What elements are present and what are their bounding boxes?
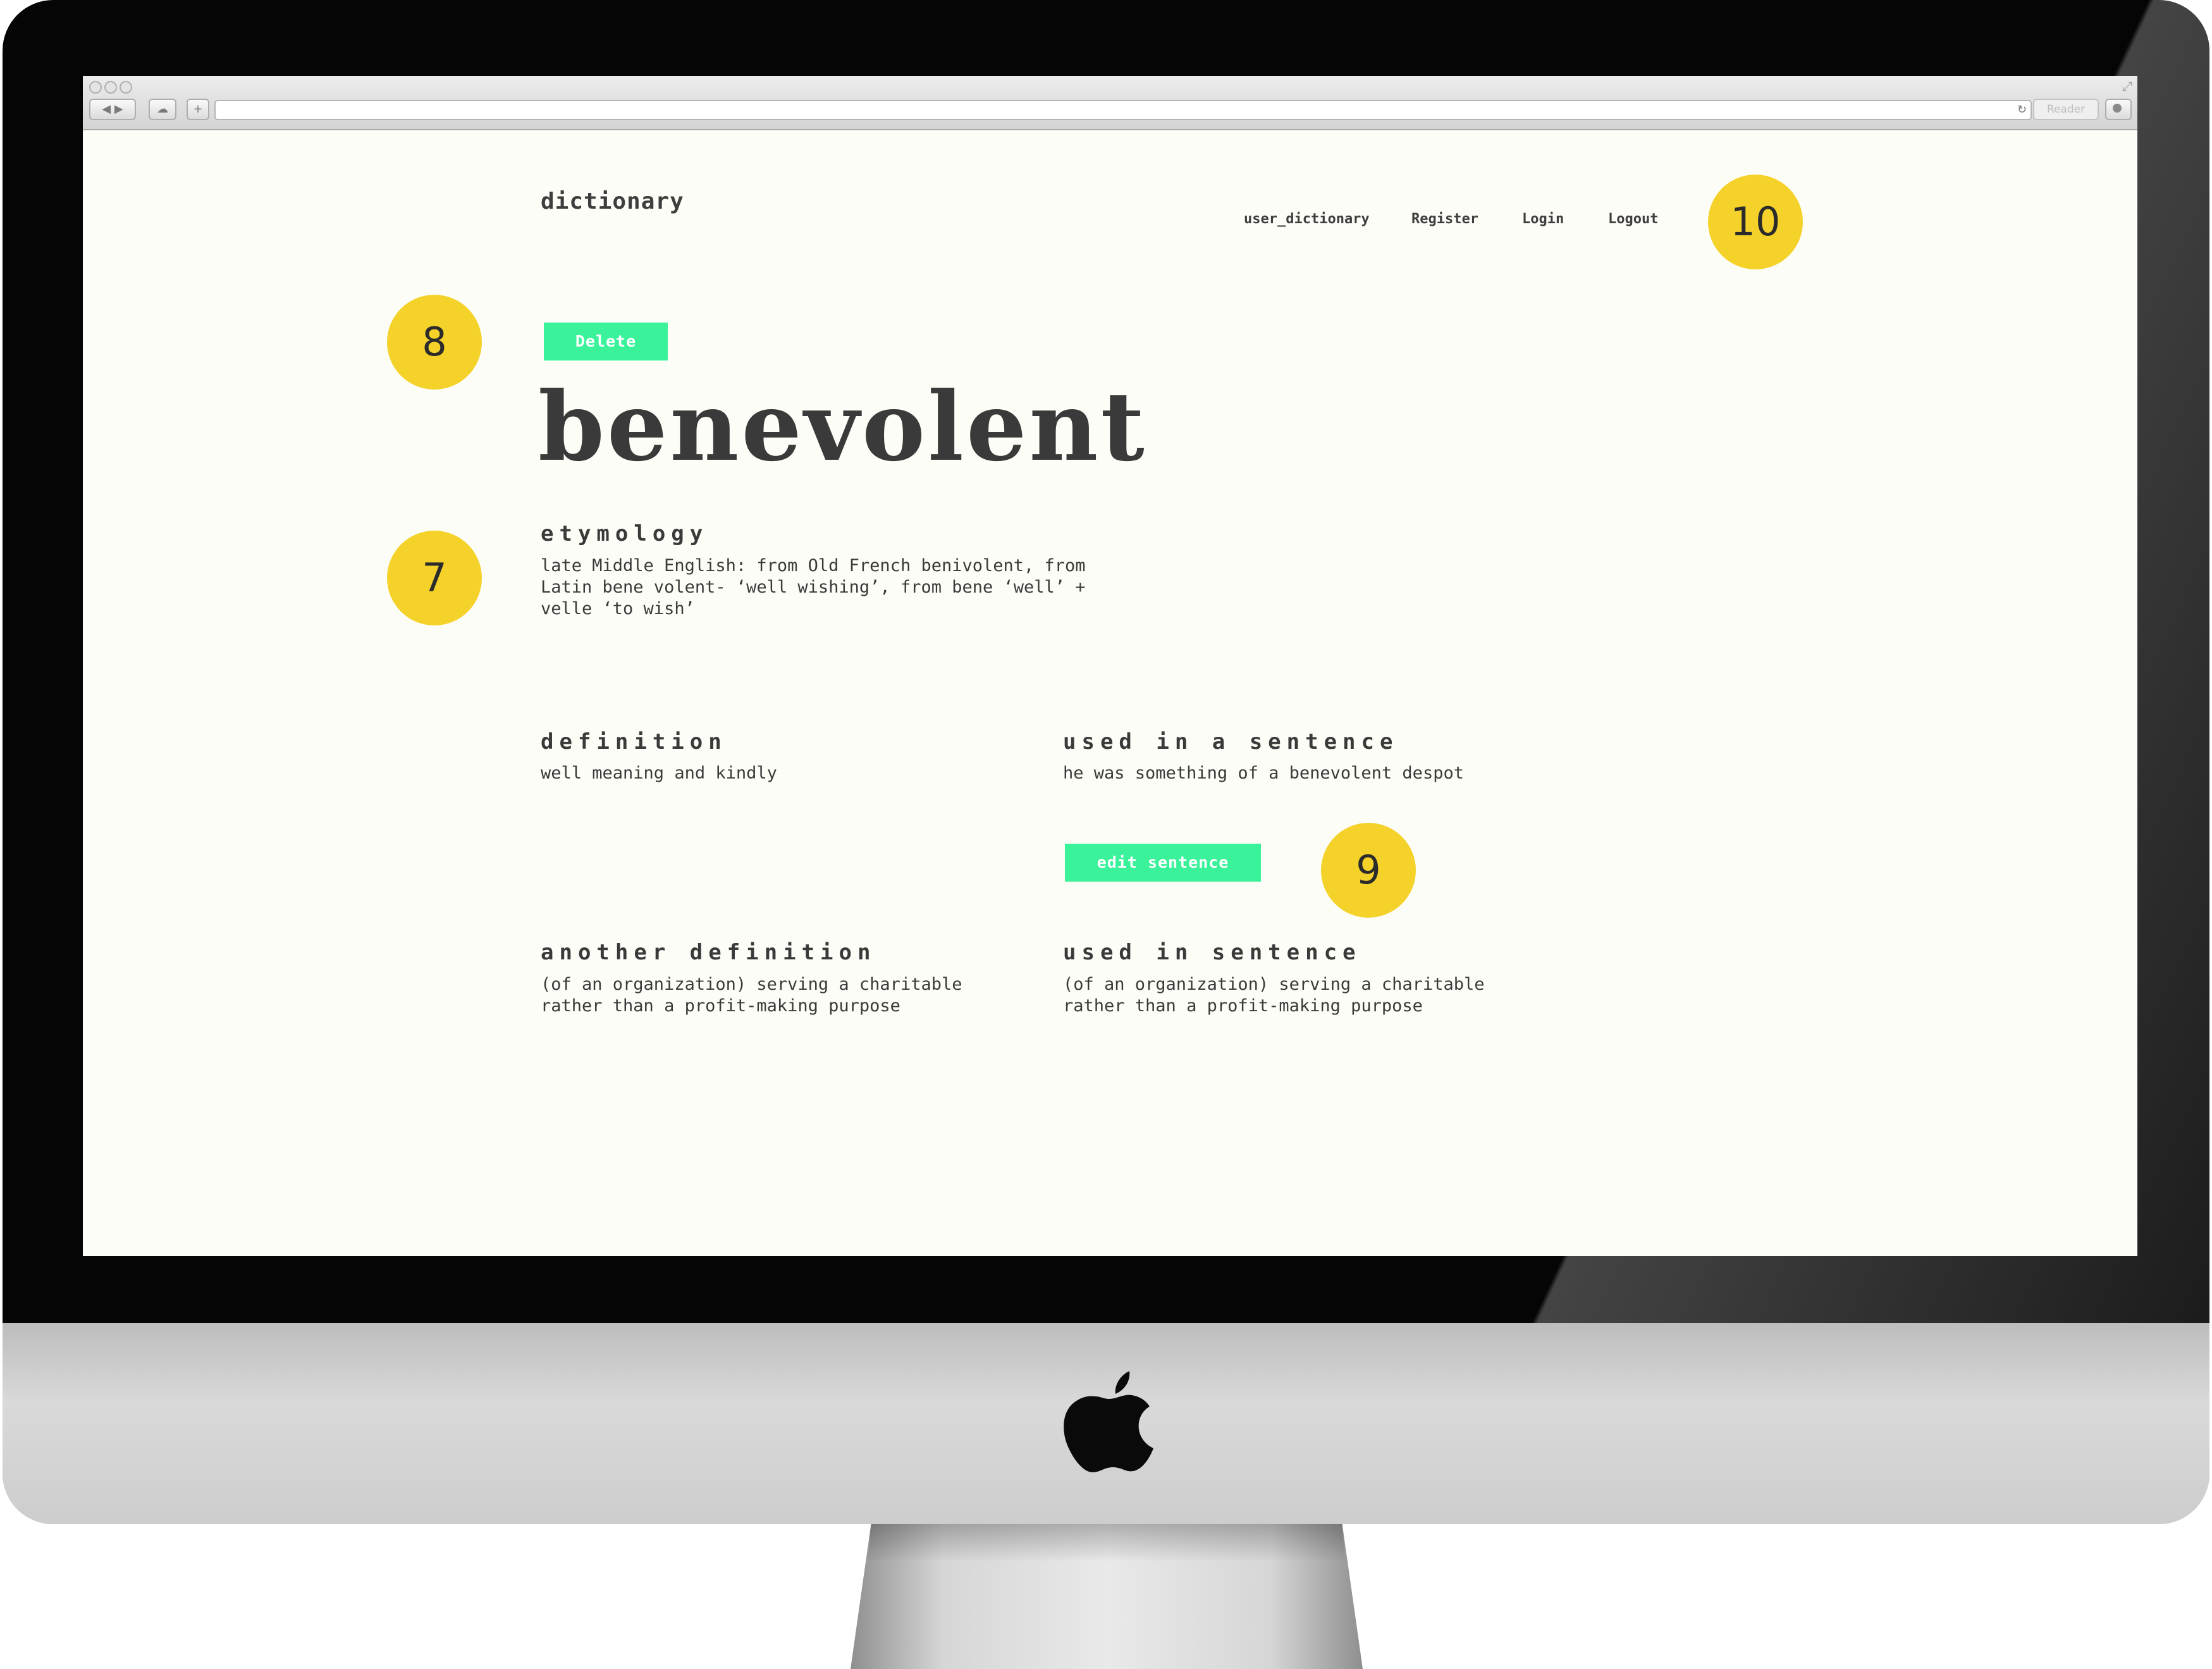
stand-shadow (867, 1524, 1346, 1562)
browser-toolbar: ⤢ ◀ ▶ ☁ + ↻ Reader (83, 76, 2137, 130)
nav-register[interactable]: Register (1411, 211, 1478, 227)
fullscreen-icon[interactable]: ⤢ (2122, 78, 2132, 94)
etymology-heading: etymology (541, 521, 709, 546)
annotation-marker-8: 8 (387, 295, 482, 390)
sentence-text: he was something of a benevolent despot (1063, 763, 1464, 783)
minimize-window-button[interactable] (104, 81, 117, 94)
delete-button[interactable]: Delete (544, 323, 668, 360)
new-tab-button[interactable]: + (187, 99, 209, 120)
nav-user-dictionary[interactable]: user_dictionary (1244, 211, 1370, 227)
definition-heading: definition (541, 729, 727, 754)
annotation-marker-10: 10 (1708, 175, 1803, 269)
browser-window: ⤢ ◀ ▶ ☁ + ↻ Reader dictionary user_dicti… (83, 76, 2137, 1256)
reader-button[interactable]: Reader (2033, 99, 2099, 120)
icloud-tabs-button[interactable]: ☁ (149, 99, 176, 120)
sentence2-heading: used in sentence (1063, 940, 1361, 965)
site-logo[interactable]: dictionary (541, 188, 684, 214)
word-title: benevolent (538, 371, 1147, 483)
downloads-button[interactable] (2105, 99, 2132, 120)
annotation-marker-7: 7 (387, 531, 482, 625)
sentence2-text: (of an organization) serving a charitabl… (1063, 975, 1485, 1016)
another-definition-text: (of an organization) serving a charitabl… (541, 975, 962, 1016)
close-window-button[interactable] (89, 81, 102, 94)
back-forward-buttons[interactable]: ◀ ▶ (89, 99, 136, 120)
nav-login[interactable]: Login (1522, 211, 1564, 227)
address-bar[interactable]: ↻ (214, 100, 2032, 120)
annotation-marker-9: 9 (1321, 823, 1416, 918)
nav-logout[interactable]: Logout (1608, 211, 1658, 227)
web-page: dictionary user_dictionary Register Logi… (83, 130, 2137, 1256)
edit-sentence-button[interactable]: edit sentence (1065, 844, 1261, 882)
sentence-heading: used in a sentence (1063, 729, 1399, 754)
reload-icon[interactable]: ↻ (2017, 101, 2027, 119)
apple-logo-icon (1064, 1371, 1153, 1472)
definition-text: well meaning and kindly (541, 763, 777, 783)
another-definition-heading: another definition (541, 940, 876, 965)
zoom-window-button[interactable] (120, 81, 132, 94)
etymology-text: late Middle English: from Old French ben… (541, 556, 1086, 619)
